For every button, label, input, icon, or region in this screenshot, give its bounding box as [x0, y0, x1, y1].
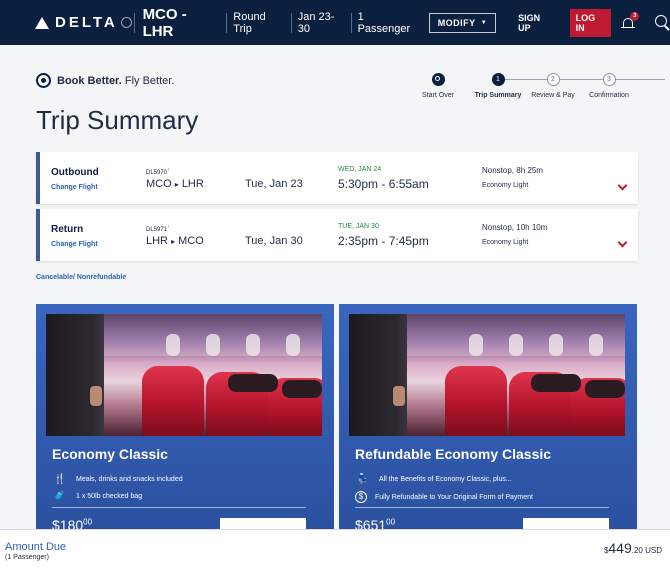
flight-route: MCO ▸ LHR	[146, 178, 204, 190]
outbound-flight-row[interactable]: Outbound Change Flight DL5970↑ MCO ▸ LHR…	[36, 152, 638, 204]
step-number: 1	[491, 73, 505, 86]
fare-name: Economy Classic	[52, 446, 168, 462]
passenger-note: (1 Passenger)	[5, 554, 49, 561]
delta-widget-icon	[35, 16, 49, 29]
bag-icon: 🧳	[53, 491, 67, 502]
notifications-button[interactable]: 3	[621, 11, 640, 30]
feature-text: Meals, drinks and snacks included	[76, 476, 183, 483]
search-icon-handle	[663, 24, 670, 31]
book-better-icon	[36, 73, 51, 88]
divider	[52, 507, 306, 508]
chevron-down-icon[interactable]	[617, 237, 628, 248]
seat-icon: 💺	[356, 474, 370, 485]
fare-feature: 🧳 1 x 50lb checked bag	[52, 491, 142, 502]
fare-card-economy-classic[interactable]: Economy Classic 🍴 Meals, drinks and snac…	[36, 304, 334, 544]
divider	[355, 507, 609, 508]
brand-name: DELTA	[55, 14, 118, 31]
change-flight-link[interactable]: Change Flight	[51, 241, 98, 248]
departure-date: Tue, Jan 30	[245, 235, 303, 247]
feature-text: 1 x 50lb checked bag	[76, 493, 143, 500]
flight-direction: Outbound	[51, 167, 99, 178]
arrival-date: WED, JAN 24	[338, 166, 382, 173]
notification-badge: 3	[630, 11, 640, 21]
flight-stops: Nonstop, 8h 25m	[482, 166, 543, 175]
flight-number: DL5970↑	[146, 167, 170, 176]
return-flight-row[interactable]: Return Change Flight DL5971↑ LHR ▸ MCO T…	[36, 209, 638, 261]
flight-direction: Return	[51, 224, 84, 235]
feature-text: Fully Refundable to Your Original Form o…	[375, 493, 533, 501]
log-in-button[interactable]: LOG IN	[569, 8, 612, 37]
top-nav: DELTA MCO - LHR Round Trip Jan 23-30 1 P…	[0, 0, 670, 45]
flight-number: DL5971↑	[146, 224, 170, 233]
fare-feature: 🍴 Meals, drinks and snacks included	[52, 474, 183, 485]
search-button[interactable]	[654, 14, 670, 31]
cabin-class: Economy Light	[482, 182, 529, 189]
booking-stepper: Start Over 1 Trip Summary 2 Review & Pay…	[410, 73, 665, 113]
step-number: 3	[602, 73, 616, 86]
departure-date: Tue, Jan 23	[245, 178, 303, 190]
amount-due-bar: Amount Due (1 Passenger) $449.20 USD	[0, 529, 670, 568]
flight-route: LHR ▸ MCO	[146, 235, 204, 247]
skyteam-globe-icon	[120, 17, 132, 28]
trip-type: Round Trip	[233, 10, 266, 35]
fare-name: Refundable Economy Classic	[355, 446, 552, 462]
change-flight-link[interactable]: Change Flight	[51, 184, 98, 191]
dollar-icon: $	[355, 491, 367, 503]
modify-button[interactable]: MODIFY ▼	[428, 12, 497, 33]
book-better-text: Book Better. Fly Better.	[57, 74, 175, 87]
modify-label: MODIFY	[437, 17, 476, 28]
flight-stops: Nonstop, 10h 10m	[482, 223, 548, 232]
amount-due-value: $449.20 USD	[603, 540, 662, 556]
feature-text: All the Benefits of Economy Classic, plu…	[379, 476, 512, 483]
fare-feature: 💺 All the Benefits of Economy Classic, p…	[355, 474, 512, 485]
bell-base	[621, 26, 636, 28]
fare-card-refundable-economy-classic[interactable]: Refundable Economy Classic 💺 All the Ben…	[339, 304, 637, 544]
step-number: 2	[546, 73, 560, 86]
meal-icon: 🍴	[53, 474, 67, 485]
fare-feature: $ Fully Refundable to Your Original Form…	[355, 491, 533, 503]
sign-up-link[interactable]: SIGN UP	[518, 13, 553, 33]
flight-times: 2:35pm - 7:45pm	[338, 234, 429, 248]
flight-times: 5:30pm - 6:55am	[338, 177, 429, 191]
caret-down-icon: ▼	[480, 19, 488, 26]
trip-route: MCO - LHR	[142, 5, 187, 40]
page-title: Trip Summary	[36, 105, 199, 135]
delta-logo[interactable]: DELTA	[0, 14, 134, 31]
book-better-banner: Book Better. Fly Better.	[36, 73, 174, 88]
cabin-class: Economy Light	[482, 239, 529, 246]
start-over-icon	[431, 73, 445, 86]
step-confirmation: 3 Confirmation	[569, 73, 649, 99]
trip-dates: Jan 23-30	[297, 10, 335, 35]
cabin-photo	[349, 314, 625, 436]
arrival-date: TUE, JAN 30	[338, 223, 379, 230]
chevron-down-icon[interactable]	[617, 180, 628, 191]
fare-policy-link[interactable]: Cancelable/ Nonrefundable	[36, 274, 126, 281]
cabin-photo	[46, 314, 322, 436]
passenger-count: 1 Passenger	[357, 10, 411, 35]
step-label: Confirmation	[589, 92, 629, 99]
amount-due-label[interactable]: Amount Due	[5, 541, 66, 553]
